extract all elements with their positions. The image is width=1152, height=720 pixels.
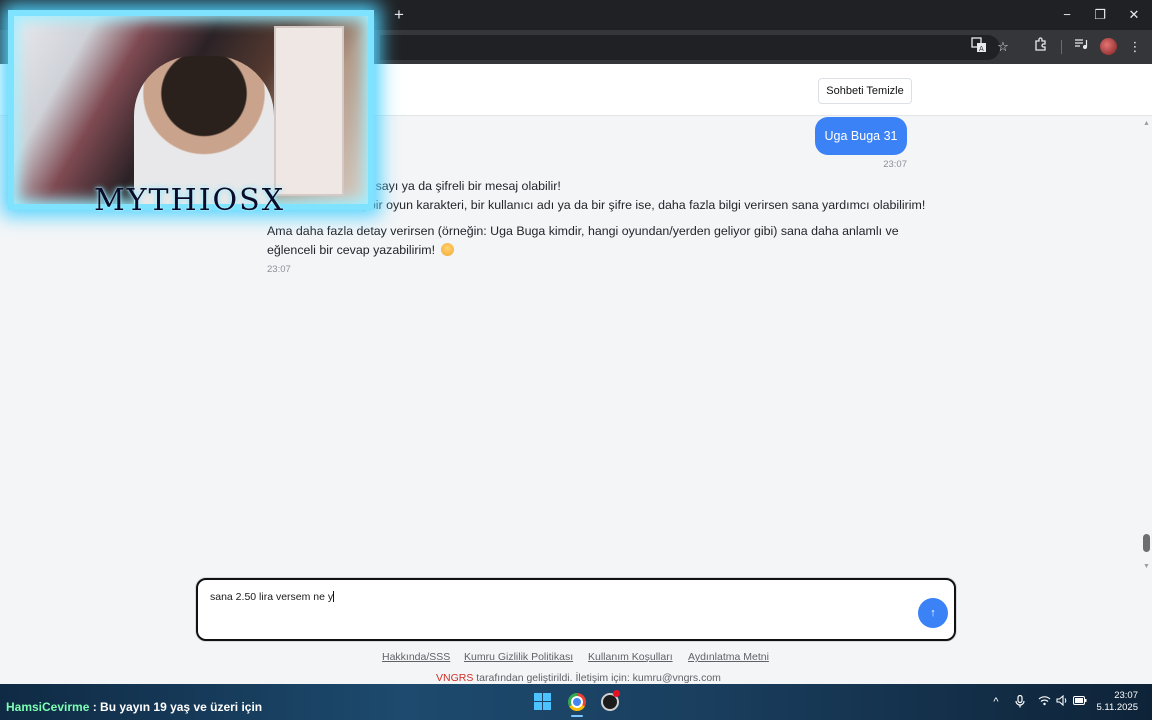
recording-dot-icon (613, 690, 620, 697)
bot-message-time: 23:07 (267, 264, 291, 275)
ticker-text: : Bu yayın 19 yaş ve üzeri için (89, 700, 263, 714)
text-caret (333, 591, 335, 602)
svg-text:A: A (979, 45, 984, 53)
windows-start-icon[interactable] (534, 693, 551, 710)
bot-message-line: Ama daha fazla detay verirsen (örneğin: … (267, 224, 899, 238)
webcam-background-door (274, 26, 344, 196)
toolbar-separator (1061, 40, 1062, 54)
smiling-face-emoji-icon (440, 243, 454, 256)
new-tab-button[interactable]: + (388, 4, 410, 26)
browser-menu-icon[interactable]: ⋮ (1125, 37, 1145, 57)
media-queue-icon[interactable] (1071, 37, 1091, 57)
system-clock[interactable]: 23:07 5.11.2025 (1092, 690, 1138, 714)
bot-message-text: eğlenceli bir cevap yazabilirim! (267, 243, 436, 257)
profile-avatar[interactable] (1100, 38, 1117, 55)
stream-ticker: HamsiCevirme : Bu yayın 19 yaş ve üzeri … (6, 700, 262, 714)
clear-chat-button[interactable]: Sohbeti Temizle (818, 78, 912, 104)
scrollbar-thumb[interactable] (1143, 534, 1150, 552)
translate-icon[interactable]: A (969, 37, 989, 57)
footer-link-about[interactable]: Hakkında/SSS (382, 651, 450, 663)
message-input-box[interactable] (196, 578, 956, 641)
footer-link-disclosure[interactable]: Aydınlatma Metni (688, 651, 769, 663)
bot-message-line-last: eğlenceli bir cevap yazabilirim! (267, 243, 454, 257)
bot-message-line: , bir oyun karakteri, bir kullanıcı adı … (362, 198, 926, 212)
footer-credits: VNGRS tarafından geliştirildi. İletişim … (436, 672, 721, 684)
footer-link-terms[interactable]: Kullanım Koşulları (588, 651, 673, 663)
bot-message-line: r sayı ya da şifreli bir mesaj olabilir! (368, 179, 561, 193)
active-app-indicator (571, 715, 583, 717)
message-input-value: sana 2.50 lira versem ne y (210, 591, 334, 603)
user-message-time: 23:07 (883, 159, 907, 170)
bookmark-star-icon[interactable]: ☆ (993, 37, 1013, 57)
user-message-bubble: Uga Buga 31 (815, 117, 907, 155)
send-button[interactable]: ↑ (918, 598, 948, 628)
footer-credits-text: tarafından geliştirildi. İletişim için: … (473, 672, 721, 684)
message-input[interactable]: sana 2.50 lira versem ne y (210, 591, 335, 603)
scroll-up-arrow-icon[interactable]: ▲ (1141, 119, 1152, 129)
tray-chevron-icon[interactable]: ^ (989, 695, 1003, 709)
clock-time: 23:07 (1114, 690, 1138, 701)
extensions-puzzle-icon[interactable] (1031, 37, 1051, 57)
chrome-icon[interactable] (568, 693, 586, 711)
restore-button[interactable]: ❐ (1083, 3, 1117, 27)
webcam-overlay (8, 10, 374, 210)
streamer-logo: MYTHIOSX (94, 183, 286, 218)
ticker-username: HamsiCevirme (6, 700, 90, 714)
wifi-icon[interactable] (1037, 695, 1051, 709)
close-window-button[interactable]: ✕ (1117, 3, 1151, 27)
battery-icon[interactable] (1073, 695, 1087, 709)
clock-date: 5.11.2025 (1096, 702, 1138, 713)
scroll-down-arrow-icon[interactable]: ▼ (1141, 562, 1152, 572)
microphone-icon[interactable] (1013, 694, 1027, 709)
minimize-button[interactable]: − (1050, 3, 1084, 27)
volume-icon[interactable] (1055, 694, 1069, 709)
footer-link-privacy[interactable]: Kumru Gizlilik Politikası (464, 651, 573, 663)
brand-name[interactable]: VNGRS (436, 672, 473, 684)
address-bar[interactable] (380, 35, 1000, 60)
